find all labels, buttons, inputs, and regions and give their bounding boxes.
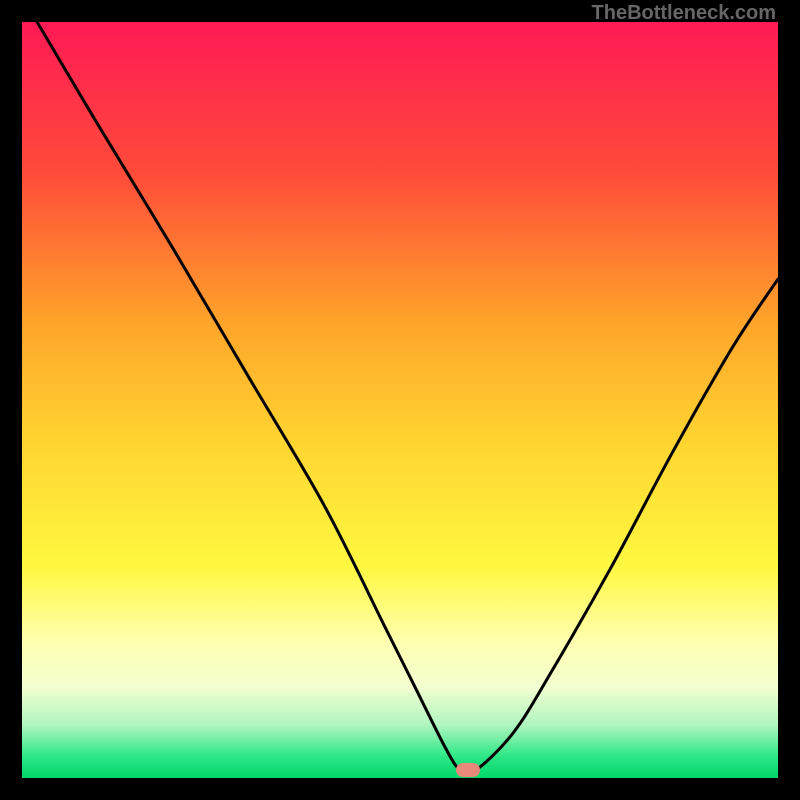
chart-container: TheBottleneck.com (0, 0, 800, 800)
optimal-point-marker (456, 763, 480, 777)
curve-layer (22, 22, 778, 778)
plot-area (22, 22, 778, 778)
bottleneck-curve (37, 22, 778, 774)
watermark-text: TheBottleneck.com (592, 2, 776, 25)
